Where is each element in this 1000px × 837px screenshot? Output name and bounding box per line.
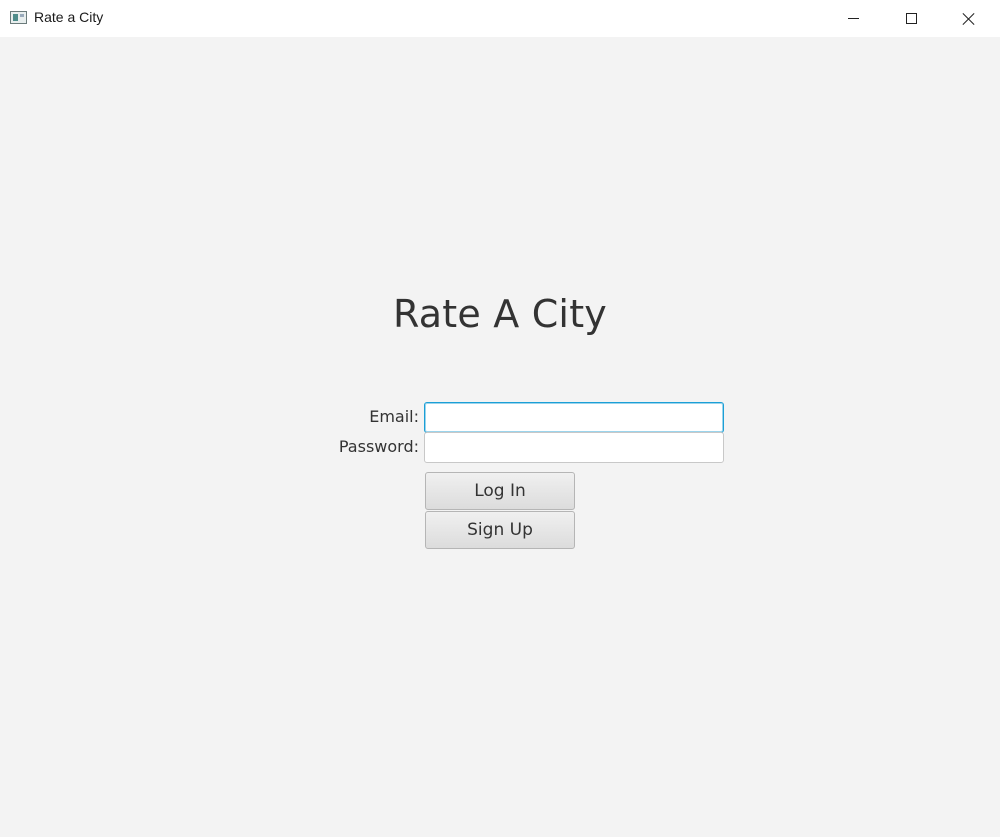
title-bar[interactable]: Rate a City	[0, 0, 1000, 37]
signup-button[interactable]: Sign Up	[425, 511, 575, 549]
minimize-button[interactable]	[824, 0, 882, 37]
window-title: Rate a City	[34, 9, 104, 25]
minimize-icon	[847, 18, 859, 19]
email-label: Email:	[369, 407, 419, 426]
maximize-button[interactable]	[882, 0, 940, 37]
maximize-icon	[905, 13, 917, 24]
signup-button-label: Sign Up	[467, 520, 533, 540]
email-field[interactable]	[424, 402, 724, 433]
page-title: Rate A City	[393, 292, 607, 336]
login-button-label: Log In	[474, 481, 526, 501]
login-button[interactable]: Log In	[425, 472, 575, 510]
password-label: Password:	[338, 437, 419, 456]
close-icon	[962, 12, 976, 26]
close-button[interactable]	[940, 0, 998, 37]
app-icon	[10, 11, 27, 24]
password-field[interactable]	[424, 432, 724, 463]
app-window: Rate a City Rate A City Email: Password:…	[0, 0, 1000, 837]
